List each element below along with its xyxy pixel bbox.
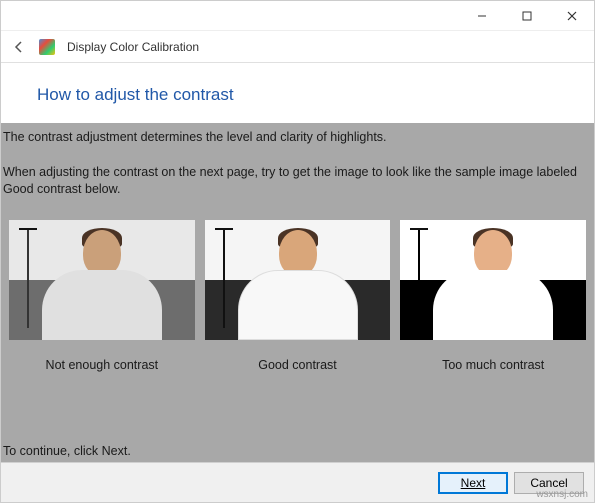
window-title: Display Color Calibration: [67, 40, 199, 54]
back-button[interactable]: [11, 39, 27, 55]
continue-hint: To continue, click Next.: [3, 444, 131, 458]
sample-not-enough: Not enough contrast: [9, 220, 195, 372]
minimize-button[interactable]: [459, 1, 504, 30]
sample-image-low: [9, 220, 195, 340]
app-icon: [39, 39, 55, 55]
sample-good: Good contrast: [205, 220, 391, 372]
next-button[interactable]: Next: [438, 472, 508, 494]
page-heading: How to adjust the contrast: [37, 85, 594, 105]
sample-caption-low: Not enough contrast: [46, 358, 159, 372]
titlebar: [1, 1, 594, 31]
samples-row: Not enough contrast Good contrast Too mu…: [1, 208, 594, 372]
heading-area: How to adjust the contrast: [1, 63, 594, 123]
footer-bar: Next Cancel: [1, 462, 594, 502]
content-area: How to adjust the contrast The contrast …: [1, 63, 594, 462]
header-bar: Display Color Calibration: [1, 31, 594, 63]
paragraph-2: When adjusting the contrast on the next …: [1, 146, 594, 208]
sample-caption-high: Too much contrast: [442, 358, 544, 372]
close-button[interactable]: [549, 1, 594, 30]
watermark: wsxnsj.com: [536, 489, 588, 500]
paragraph-1: The contrast adjustment determines the l…: [1, 123, 594, 146]
sample-too-much: Too much contrast: [400, 220, 586, 372]
sample-caption-good: Good contrast: [258, 358, 337, 372]
sample-image-high: [400, 220, 586, 340]
sample-image-good: [205, 220, 391, 340]
maximize-button[interactable]: [504, 1, 549, 30]
